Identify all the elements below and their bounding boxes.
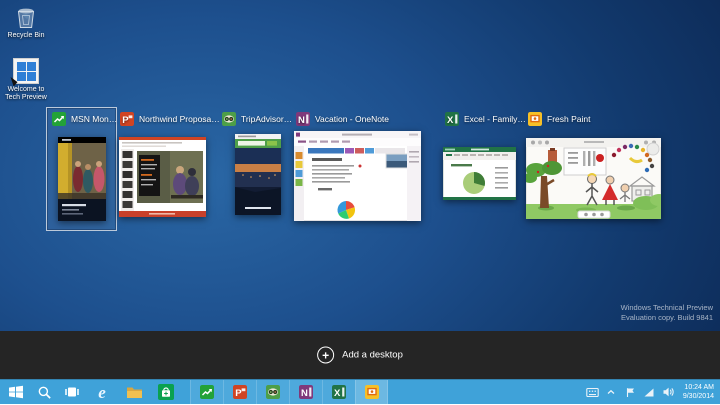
task-label-vacation-onenote[interactable]: N Vacation - OneNote	[296, 111, 389, 126]
welcome-label: Welcome to Tech Preview	[5, 86, 47, 101]
svg-text:N: N	[298, 115, 305, 126]
internet-explorer-button[interactable]: e	[86, 380, 118, 405]
thumbnail-powerpoint-northwind[interactable]	[119, 137, 206, 217]
task-label-excel-family[interactable]: X Excel - Family…	[445, 111, 526, 126]
taskbar-fresh-paint-button[interactable]	[355, 379, 388, 405]
trash-bin-glyph	[17, 8, 35, 28]
svg-text:X: X	[334, 388, 341, 399]
svg-text:P: P	[235, 388, 242, 399]
recycle-bin-label: Recycle Bin	[7, 32, 45, 39]
task-label-northwind-powerpoint[interactable]: P Northwind Proposa…	[120, 111, 220, 126]
desktop-background: Recycle Bin Welcome to Tech Preview Wind…	[0, 0, 720, 405]
add-desktop-button[interactable]: + Add a desktop	[317, 346, 403, 364]
volume-button[interactable]	[660, 380, 677, 405]
powerpoint-icon: P	[120, 111, 134, 126]
show-hidden-icons-button[interactable]	[603, 380, 620, 405]
taskbar-tripadvisor-button[interactable]	[256, 379, 289, 405]
touch-keyboard-icon	[586, 387, 599, 397]
chevron-up-icon	[607, 389, 615, 394]
store-button[interactable]	[150, 380, 182, 405]
clock-time: 10:24 AM	[684, 384, 714, 391]
taskbar-excel-button[interactable]: X	[322, 379, 355, 405]
thumbnail-excel-family[interactable]	[443, 147, 516, 200]
taskbar-onenote-button[interactable]: N	[289, 379, 322, 405]
fresh-paint-icon	[528, 111, 542, 126]
task-view-icon	[65, 387, 79, 397]
taskbar-clock[interactable]: 10:24 AM 9/30/2014	[683, 383, 714, 401]
search-button[interactable]	[30, 380, 58, 405]
network-signal-icon	[644, 388, 654, 396]
msn-money-icon	[52, 111, 66, 126]
search-icon	[38, 386, 51, 399]
onenote-icon: N	[296, 111, 310, 126]
excel-icon: X	[445, 111, 459, 126]
running-apps: P N X	[190, 379, 388, 405]
powerpoint-icon: P	[233, 385, 247, 399]
fresh-paint-icon	[364, 385, 379, 399]
windows-logo-tile-icon	[10, 58, 39, 87]
taskbar: e P N X 10:24 AM 9/30/2014	[0, 379, 720, 405]
folder-icon	[126, 387, 142, 398]
speaker-icon	[663, 387, 674, 397]
system-tray: 10:24 AM 9/30/2014	[584, 380, 720, 405]
windows-logo-icon	[9, 385, 23, 399]
svg-text:N: N	[301, 388, 308, 399]
welcome-tech-preview-icon[interactable]: Welcome to Tech Preview	[0, 58, 52, 102]
task-label-tripadvisor[interactable]: TripAdvisor…	[222, 111, 292, 126]
tripadvisor-icon	[266, 385, 280, 399]
recycle-bin-icon[interactable]: Recycle Bin	[0, 6, 52, 40]
plus-circle-icon: +	[317, 346, 335, 364]
task-label-fresh-paint[interactable]: Fresh Paint	[528, 111, 590, 126]
task-view-strip: + Add a desktop	[0, 331, 720, 379]
tripadvisor-icon	[222, 111, 236, 126]
file-explorer-button[interactable]	[118, 380, 150, 405]
internet-explorer-icon: e	[98, 382, 106, 402]
taskbar-powerpoint-button[interactable]: P	[223, 379, 256, 405]
network-button[interactable]	[641, 380, 658, 405]
taskbar-msn-money-button[interactable]	[190, 379, 223, 405]
flag-icon	[626, 387, 634, 397]
task-view-button[interactable]	[58, 380, 86, 405]
thumbnail-fresh-paint[interactable]	[526, 138, 661, 219]
svg-text:P: P	[122, 115, 129, 126]
excel-icon: X	[332, 385, 346, 399]
task-label-msn-money[interactable]: MSN Mon…	[52, 111, 117, 126]
msn-money-icon	[200, 385, 214, 399]
thumbnail-tripadvisor[interactable]	[235, 134, 281, 215]
start-button[interactable]	[2, 380, 30, 405]
thumbnail-msn-money[interactable]	[58, 137, 106, 221]
svg-text:X: X	[447, 115, 454, 126]
action-center-button[interactable]	[622, 380, 639, 405]
onenote-icon: N	[299, 385, 313, 399]
store-icon	[158, 384, 174, 400]
touch-keyboard-button[interactable]	[584, 380, 601, 405]
clock-date: 9/30/2014	[682, 393, 714, 400]
thumbnail-onenote-vacation[interactable]	[294, 131, 421, 221]
evaluation-watermark: Windows Technical Preview Evaluation cop…	[620, 303, 713, 322]
